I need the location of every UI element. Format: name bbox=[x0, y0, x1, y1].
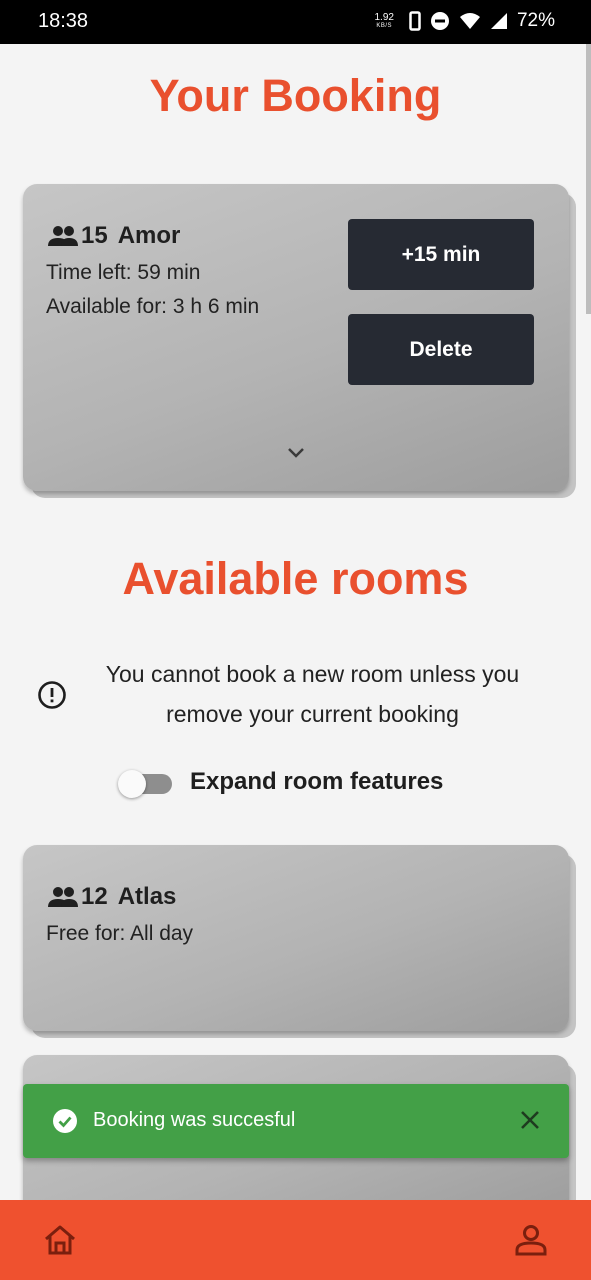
room-card-atlas[interactable]: 12 Atlas Free for: All day bbox=[23, 845, 569, 1031]
info-alert-icon bbox=[38, 681, 66, 709]
cellular-signal-icon bbox=[490, 13, 507, 29]
delete-booking-button[interactable]: Delete bbox=[348, 314, 534, 385]
check-circle-icon bbox=[53, 1109, 77, 1133]
room-header: 12 Atlas bbox=[47, 883, 176, 911]
bottom-navigation bbox=[0, 1200, 591, 1280]
people-icon bbox=[48, 887, 78, 907]
battery-level: 72% bbox=[516, 10, 555, 31]
success-snackbar: Booking was succesful bbox=[23, 1084, 569, 1158]
room-capacity: 12 bbox=[81, 883, 108, 910]
people-icon bbox=[48, 226, 78, 246]
vibrate-icon bbox=[409, 11, 421, 31]
room-name: Atlas bbox=[117, 883, 177, 910]
booking-time-left: Time left: 59 min bbox=[46, 261, 201, 284]
home-icon[interactable] bbox=[43, 1224, 77, 1256]
expand-features-label: Expand room features bbox=[190, 768, 444, 795]
network-speed-value: 1.92 bbox=[374, 12, 394, 23]
booking-room-header: 15 Amor bbox=[47, 222, 180, 250]
booking-room-capacity: 15 bbox=[81, 222, 108, 249]
close-icon[interactable] bbox=[519, 1109, 541, 1131]
chevron-down-icon[interactable] bbox=[285, 446, 307, 460]
booking-available-for: Available for: 3 h 6 min bbox=[46, 295, 260, 318]
booking-room-name: Amor bbox=[117, 222, 181, 249]
your-booking-title: Your Booking bbox=[149, 70, 442, 121]
status-time: 18:38 bbox=[38, 10, 89, 32]
snackbar-message: Booking was succesful bbox=[93, 1109, 296, 1131]
extend-15-min-button[interactable]: +15 min bbox=[348, 219, 534, 290]
network-speed: 1.92 KB/S bbox=[374, 12, 394, 30]
toggle-thumb bbox=[118, 770, 146, 798]
room-free-for: Free for: All day bbox=[46, 922, 194, 945]
status-bar: 18:38 1.92 KB/S 72% bbox=[0, 0, 591, 44]
booking-limit-notice: You cannot book a new room unless you re… bbox=[105, 661, 520, 727]
do-not-disturb-icon bbox=[430, 12, 449, 30]
status-icons: 1.92 KB/S 72% bbox=[375, 10, 556, 32]
profile-icon[interactable] bbox=[514, 1224, 548, 1256]
available-rooms-title: Available rooms bbox=[122, 553, 469, 604]
wifi-icon bbox=[459, 13, 480, 29]
booking-card[interactable]: 15 Amor Time left: 59 min Available for:… bbox=[23, 184, 569, 491]
expand-features-toggle[interactable] bbox=[118, 769, 174, 799]
network-speed-unit: KB/S bbox=[376, 23, 393, 29]
